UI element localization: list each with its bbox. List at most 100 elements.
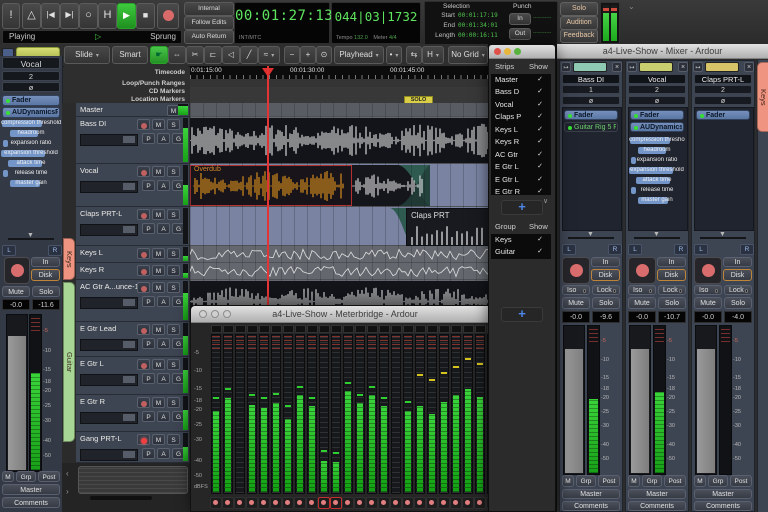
channel-button[interactable] <box>451 325 462 333</box>
playlist-button[interactable]: P <box>142 338 155 349</box>
check-icon[interactable]: ✓ <box>537 247 543 255</box>
record-arm-button[interactable] <box>562 257 590 284</box>
nav-left-icon[interactable]: ‹ <box>66 469 69 478</box>
close-icon[interactable]: × <box>612 62 622 72</box>
plugin-control-expansion-threshold[interactable]: expansion threshold <box>1 149 61 158</box>
mute-button[interactable]: M <box>152 324 165 335</box>
track-header-gang-prt-l[interactable]: Gang PRT-LMSPAG <box>76 432 189 463</box>
check-icon[interactable]: ✓ <box>537 75 543 83</box>
close-icon[interactable] <box>494 48 501 55</box>
track-header-e-gtr-l[interactable]: E Gtr LMSPAG <box>76 357 189 395</box>
comments-button[interactable]: Comments <box>628 501 686 511</box>
stop-button[interactable]: ■ <box>136 3 155 29</box>
monitor-disk-button[interactable]: Disk <box>591 269 620 281</box>
nav-right-icon[interactable]: › <box>66 487 69 496</box>
processor-fader[interactable]: Fader <box>564 110 618 120</box>
processor-fader[interactable]: Fader <box>2 95 60 106</box>
monitor-disk-button[interactable]: Disk <box>657 269 686 281</box>
processor-active-led[interactable] <box>6 111 10 115</box>
solo-indicator-button[interactable]: Solo <box>560 2 598 16</box>
group-button[interactable]: Grp <box>708 475 728 487</box>
group-tab-keys[interactable]: Keys <box>63 238 75 280</box>
ruler-label-cd-markers[interactable]: CD Markers <box>149 88 185 95</box>
plugin-control-headroom[interactable]: headroom <box>629 146 685 155</box>
channel-button[interactable] <box>271 325 282 333</box>
strip-list-item-bass-d[interactable]: Bass D✓ <box>491 86 551 98</box>
strip-input-button[interactable]: 2 <box>2 71 60 81</box>
record-enable-dot[interactable] <box>402 497 414 509</box>
monitor-input-button[interactable]: In <box>657 257 686 267</box>
mute-button[interactable]: M <box>152 397 165 408</box>
strip-name-button[interactable]: Bass DI <box>562 74 620 84</box>
solo-button[interactable]: S <box>167 209 180 220</box>
channel-button[interactable] <box>235 325 246 333</box>
grab-tool-icon[interactable]: ☛ <box>150 46 168 64</box>
plugin-control-master-gain[interactable]: master gain <box>1 179 61 188</box>
automation-button[interactable]: A <box>157 338 170 349</box>
group-list-item-guitar[interactable]: Guitar✓ <box>491 246 551 258</box>
channel-button[interactable] <box>211 325 222 333</box>
audition-tool-icon[interactable]: ◁ <box>222 46 240 64</box>
ruler-label-location-markers[interactable]: Location Markers <box>131 96 185 103</box>
solo-isolate-button[interactable]: Iso <box>694 285 722 295</box>
track-header-e-gtr-lead[interactable]: E Gtr LeadMSPAG <box>76 322 189 357</box>
sync-source-button[interactable]: Internal <box>184 2 234 16</box>
channel-button[interactable] <box>367 325 378 333</box>
gain-display[interactable]: -0.0 <box>2 299 30 310</box>
record-arm-button[interactable] <box>137 397 150 408</box>
play-button[interactable]: ▶ <box>117 3 136 29</box>
mute-button[interactable]: M <box>152 248 165 259</box>
group-button[interactable]: Grp <box>576 475 596 487</box>
track-header-master[interactable]: MasterM <box>76 103 189 117</box>
feedback-indicator-button[interactable]: Feedback <box>560 29 598 43</box>
strip-narrow-button[interactable]: ↦ <box>627 62 637 72</box>
peak-display[interactable]: -4.0 <box>724 311 752 323</box>
processor-active-led[interactable] <box>634 114 638 118</box>
strip-list-item-e-gtr-r[interactable]: E Gtr R✓ <box>491 186 551 195</box>
track-header-vocal[interactable]: VocalMSPAG <box>76 164 189 207</box>
plugin-control-attack-time[interactable]: attack time <box>1 159 61 168</box>
solo-button[interactable]: Solo <box>724 297 752 309</box>
plugin-control-headroom[interactable]: headroom <box>1 129 61 138</box>
plugin-control-master-gain[interactable]: master gain <box>629 196 685 205</box>
group-button[interactable]: Grp <box>16 471 36 482</box>
channel-button[interactable] <box>475 325 486 333</box>
plugin-control-expansion-ratio[interactable]: expansion ratio <box>1 139 61 148</box>
output-button[interactable]: Master <box>628 489 686 499</box>
audition-indicator-button[interactable]: Audition <box>560 16 598 30</box>
comments-button[interactable]: Comments <box>694 501 752 511</box>
close-icon[interactable]: × <box>744 62 754 72</box>
check-icon[interactable]: ✓ <box>537 137 543 145</box>
solo-isolate-button[interactable]: Iso <box>562 285 590 295</box>
playhead-line[interactable] <box>267 66 269 306</box>
pan-right-button[interactable]: R <box>674 244 688 255</box>
marker-dropdown[interactable]: • <box>386 46 402 64</box>
automation-button[interactable]: A <box>157 133 170 144</box>
record-arm-button[interactable] <box>137 265 150 276</box>
meterbridge-titlebar[interactable]: a4-Live-Show - Meterbridge - Ardour <box>191 306 499 323</box>
goto-end-button[interactable]: ▶| <box>60 3 79 29</box>
channel-button[interactable] <box>355 325 366 333</box>
processor-box[interactable]: Fader <box>694 107 754 231</box>
processor-active-led[interactable] <box>568 114 572 118</box>
record-enable-dot[interactable] <box>450 497 462 509</box>
automation-button[interactable]: A <box>157 296 170 307</box>
pan-control[interactable]: ▼ <box>694 231 752 243</box>
zoom-icon[interactable] <box>514 48 521 55</box>
solo-button[interactable]: S <box>167 359 180 370</box>
mixer-group-tab-keys[interactable]: Keys <box>757 62 768 132</box>
monitor-input-button[interactable]: In <box>591 257 620 267</box>
plugin-control-expansion-threshold[interactable]: expansion threshold <box>629 166 685 175</box>
strip-name-button[interactable]: Claps PRT-L <box>694 74 752 84</box>
channel-button[interactable] <box>247 325 258 333</box>
secondary-clock[interactable]: 044|03|1732 Tempo 132.0 Meter 4/4 <box>331 2 421 44</box>
automation-button[interactable]: A <box>157 448 170 459</box>
pan-right-button[interactable]: R <box>740 244 754 255</box>
playlist-button[interactable]: P <box>142 180 155 191</box>
mute-button[interactable]: Mute <box>562 297 590 309</box>
record-enable-dot[interactable] <box>438 497 450 509</box>
automation-button[interactable]: A <box>157 180 170 191</box>
zoom-icon[interactable] <box>223 310 231 318</box>
pan-right-button[interactable]: R <box>48 245 62 256</box>
record-enable-dot[interactable] <box>318 497 330 509</box>
